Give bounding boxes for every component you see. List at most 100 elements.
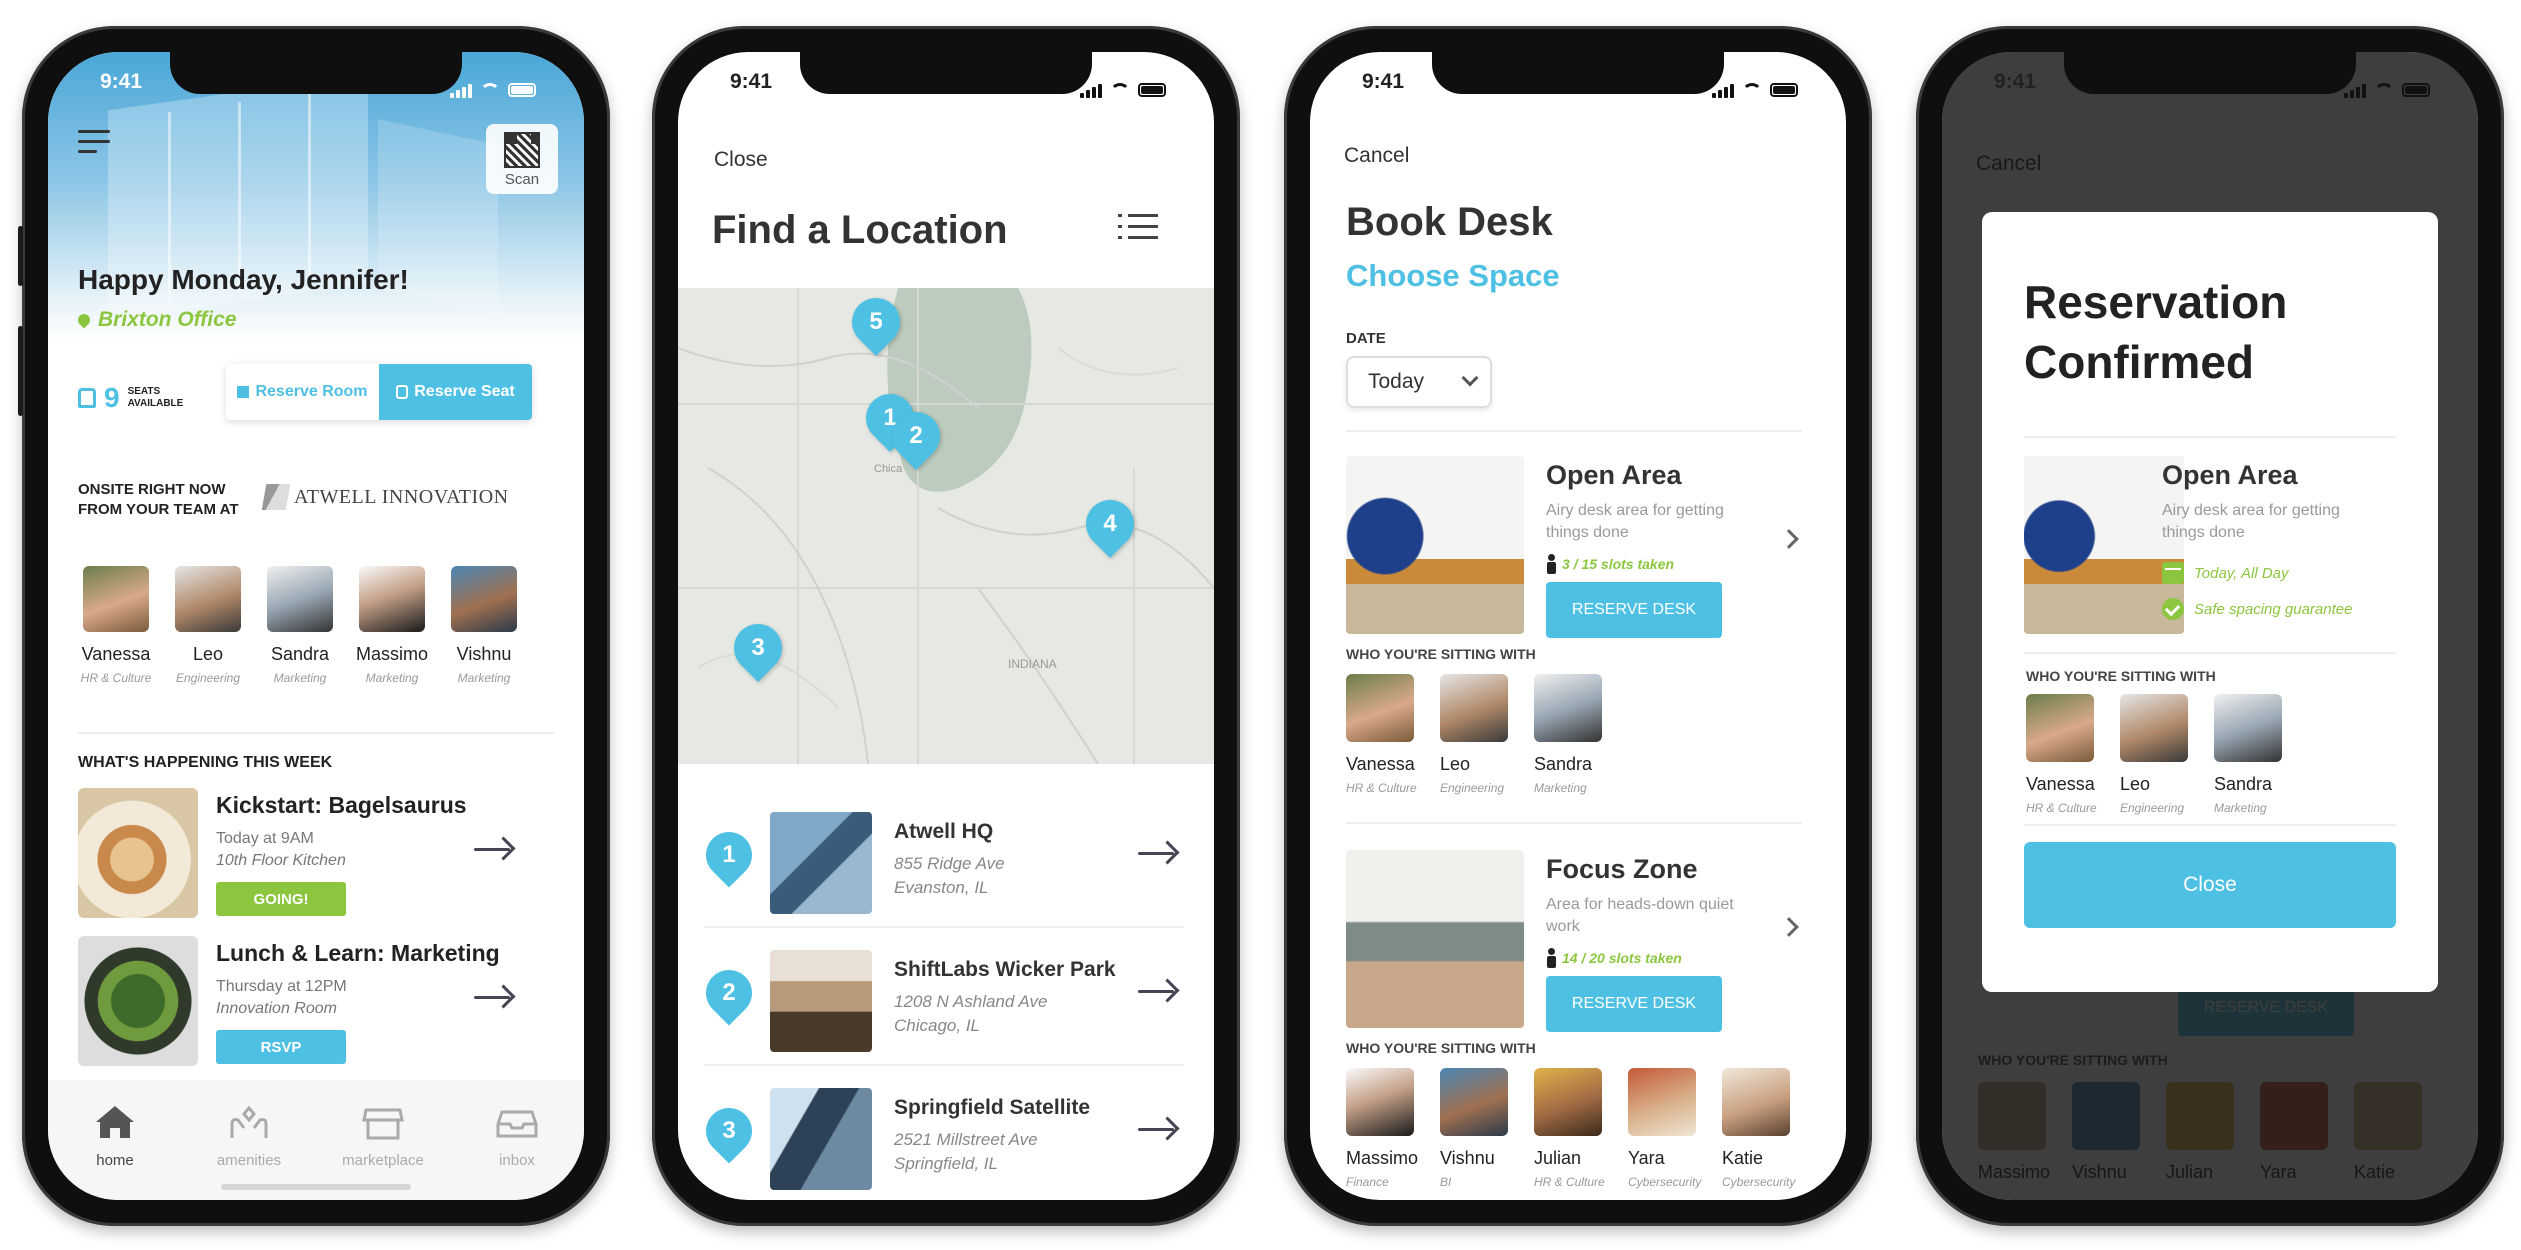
team-member[interactable]: Leo Engineering: [162, 566, 254, 685]
coworker[interactable]: Leo Engineering: [2120, 694, 2214, 815]
location-map[interactable]: INDIANA Chica 5 1 2 4 3: [678, 288, 1214, 764]
coworker[interactable]: Katie Cybersecurity: [1722, 1068, 1816, 1189]
reserve-room-button[interactable]: Reserve Room: [226, 364, 379, 420]
event-card[interactable]: Kickstart: Bagelsaurus Today at 9AM 10th…: [78, 788, 528, 918]
company-logo-mark: [261, 484, 291, 510]
company-name: ATWELL INNOVATION: [294, 485, 509, 508]
member-role: Marketing: [457, 671, 511, 685]
arrow-right-icon[interactable]: [1138, 842, 1178, 864]
rsvp-button[interactable]: RSVP: [216, 1030, 346, 1064]
event-card[interactable]: Lunch & Learn: Marketing Thursday at 12P…: [78, 936, 528, 1066]
seat-icon: [396, 385, 409, 399]
space-description: Airy desk area for getting things done: [2162, 502, 2340, 541]
coworker[interactable]: Sandra Marketing: [2214, 694, 2308, 815]
coworker-name: Sandra: [2214, 774, 2273, 794]
space-card[interactable]: Open Area Airy desk area for getting thi…: [1346, 456, 1802, 638]
event-image: [78, 936, 198, 1066]
office-location[interactable]: Brixton Office: [75, 308, 236, 332]
space-card[interactable]: Focus Zone Area for heads-down quiet wor…: [1346, 850, 1802, 1032]
coworker[interactable]: Yara Cybersecurity: [1628, 1068, 1722, 1189]
event-location: Innovation Room: [216, 1000, 337, 1017]
coworker[interactable]: Vishnu BI: [1440, 1068, 1534, 1189]
status-time: 9:41: [100, 70, 143, 93]
coworker[interactable]: Vanessa HR & Culture: [2026, 694, 2120, 815]
coworker[interactable]: Leo Engineering: [1440, 674, 1534, 795]
coworker[interactable]: Massimo Finance: [1346, 1068, 1440, 1189]
coworker-role: Engineering: [2120, 801, 2185, 815]
battery-icon: [1138, 83, 1166, 97]
seats-count: 9: [104, 382, 120, 413]
tab-home[interactable]: home: [65, 1102, 165, 1200]
tab-label: marketplace: [342, 1152, 424, 1169]
page-title: Find a Location: [712, 208, 1008, 252]
location-number: 2: [722, 979, 736, 1006]
map-pin-3[interactable]: 3: [724, 614, 792, 682]
hamburger-menu-icon[interactable]: [78, 130, 110, 156]
location-row[interactable]: 2 ShiftLabs Wicker Park 1208 N Ashland A…: [696, 928, 1184, 1066]
title-line-2: Confirmed: [2024, 336, 2254, 388]
close-link[interactable]: Close: [714, 148, 768, 172]
arrow-right-icon[interactable]: [1138, 1118, 1178, 1140]
coworker[interactable]: Sandra Marketing: [1534, 674, 1628, 795]
svg-text:Chica: Chica: [874, 463, 903, 475]
coworker[interactable]: Julian HR & Culture: [1534, 1068, 1628, 1189]
check-circle-icon: [2162, 598, 2184, 620]
team-member[interactable]: Massimo Marketing: [346, 566, 438, 685]
map-pin-2[interactable]: 2: [882, 402, 950, 470]
coworker-name: Sandra: [1534, 754, 1593, 774]
reserve-desk-button[interactable]: RESERVE DESK: [1546, 976, 1722, 1032]
team-member[interactable]: Sandra Marketing: [254, 566, 346, 685]
inbox-icon: [496, 1110, 538, 1138]
reserve-seat-button[interactable]: Reserve Seat: [379, 364, 532, 420]
team-member[interactable]: Vishnu Marketing: [438, 566, 530, 685]
date-select[interactable]: Today: [1346, 356, 1492, 408]
sitting-with-list: Massimo Finance Vishnu BI Julian HR & Cultu…: [1346, 1068, 1816, 1189]
chevron-right-icon[interactable]: [1779, 529, 1799, 549]
arrow-right-icon[interactable]: [474, 986, 514, 1008]
avatar: [83, 566, 149, 632]
close-button[interactable]: Close: [2024, 842, 2396, 928]
reserve-seat-label: Reserve Seat: [414, 383, 515, 400]
cancel-link[interactable]: Cancel: [1344, 144, 1409, 168]
location-city: Springfield, IL: [894, 1154, 998, 1173]
space-image: [2024, 456, 2184, 634]
location-pin-icon: 2: [696, 960, 762, 1026]
location-row[interactable]: 1 Atwell HQ 855 Ridge Ave Evanston, IL: [696, 790, 1184, 928]
find-location-screen: 9:41 Close Find a Location INDIANA Chica: [678, 52, 1214, 1200]
arrow-right-icon[interactable]: [1138, 980, 1178, 1002]
team-onsite-list: Vanessa HR & Culture Leo Engineering Sandr…: [70, 566, 530, 685]
wifi-icon: [1742, 83, 1762, 97]
event-time: Today at 9AM: [216, 830, 314, 847]
map-pin-5[interactable]: 5: [842, 288, 910, 356]
avatar: [267, 566, 333, 632]
tab-inbox[interactable]: inbox: [467, 1102, 567, 1200]
avatar: [1722, 1068, 1790, 1136]
member-role: Marketing: [273, 671, 327, 685]
avatar: [1440, 1068, 1508, 1136]
slots-taken: 14 / 20 slots taken: [1546, 948, 1682, 968]
pin-number: 2: [909, 422, 923, 449]
coworker-role: Marketing: [2214, 801, 2267, 815]
tab-bar: home amenities marketplace inbox: [48, 1080, 584, 1200]
avatar: [451, 566, 517, 632]
arrow-right-icon[interactable]: [474, 838, 514, 860]
chevron-right-icon[interactable]: [1779, 917, 1799, 937]
confirmation-modal: Reservation Confirmed Open Area Airy desk…: [1982, 212, 2438, 992]
member-role: Engineering: [175, 671, 241, 685]
battery-icon: [2402, 83, 2430, 97]
location-row[interactable]: 3 Springfield Satellite 2521 Millstreet …: [696, 1066, 1184, 1200]
map-pin-4[interactable]: 4: [1076, 490, 1144, 558]
reserve-desk-button[interactable]: RESERVE DESK: [1546, 582, 1722, 638]
person-icon: [1546, 948, 1556, 968]
mockup-stage: 9:41 Scan Happy Monday, Jennifer! Brixto…: [0, 0, 2521, 1250]
scan-button[interactable]: Scan: [486, 124, 558, 194]
coworker[interactable]: Vanessa HR & Culture: [1346, 674, 1440, 795]
divider: [1346, 430, 1802, 432]
battery-icon: [508, 83, 536, 97]
avatar: [175, 566, 241, 632]
team-member[interactable]: Vanessa HR & Culture: [70, 566, 162, 685]
coworker-role: HR & Culture: [1346, 781, 1417, 795]
list-view-icon[interactable]: [1118, 214, 1158, 244]
going-button[interactable]: GOING!: [216, 882, 346, 916]
page-title: Book Desk: [1346, 200, 1553, 244]
